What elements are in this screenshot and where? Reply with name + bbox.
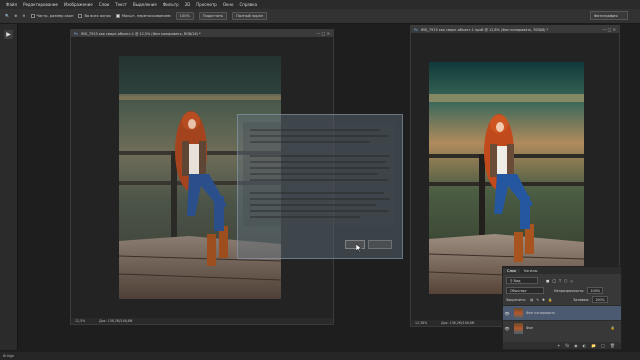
options-bar: 🔍 ⊕ ⊖ Частр. размер окон Во всех окнах М… [0, 9, 640, 24]
window-controls-1[interactable]: — □ ✕ [316, 31, 330, 36]
mouse-cursor-icon [355, 243, 363, 253]
doc-size-1: Док: 138,2M/148,6M [99, 319, 133, 323]
bottom-bar: Bridge [0, 352, 640, 360]
dialog-text-line [250, 192, 384, 194]
lock-icon: 🔒 [610, 326, 615, 330]
ps-doc-icon: Ps [414, 27, 418, 32]
zoom-100-button[interactable]: 100% [175, 12, 194, 20]
mask-icon[interactable]: ◉ [574, 343, 578, 348]
dialog-decline-button[interactable] [368, 240, 392, 249]
lock-row: Закрепить: ▤✎✚🔒 Заливка: 100% [503, 296, 621, 303]
layer-row[interactable]: 👁 Фон копировать [503, 305, 621, 320]
photo-canvas-2[interactable] [429, 62, 584, 294]
menu-bar: Файл Редактирование Изображение Слои Тек… [0, 0, 640, 9]
document-tab-2[interactable]: Ps IMG_7923 как смарт-объект-1 проб @ 12… [411, 26, 619, 33]
zoom-readout-2: 12,38% [415, 321, 428, 325]
scrubby-zoom-option[interactable]: Масшт. перетаскиванием [115, 14, 171, 18]
menu-help[interactable]: Справка [239, 2, 257, 7]
layer-filter-dropdown[interactable]: ⚲ Вид [506, 277, 538, 284]
menu-view[interactable]: Просмотр [196, 2, 217, 7]
blend-mode-dropdown[interactable]: Обычные [506, 287, 544, 294]
fill-field[interactable]: 100% [592, 296, 608, 303]
lock-label: Закрепить: [506, 297, 527, 302]
dialog-text-line [250, 204, 376, 206]
zoom-all-option[interactable]: Во всех окнах [78, 14, 111, 18]
eye-icon[interactable]: 👁 [503, 311, 511, 316]
document-tab-1[interactable]: Ps IMG_7923 как смарт-объект-1 @ 12,5% (… [71, 30, 333, 37]
layer-name: Фон копировать [526, 311, 556, 315]
folder-icon[interactable]: 📁 [591, 343, 596, 348]
menu-3d[interactable]: 3D [185, 2, 191, 7]
dialog-text-line [250, 216, 360, 218]
layers-panel: Слои Каналы ⚲ Вид ■◯T▢◇ Обычные Непрозра… [502, 266, 622, 350]
eye-icon[interactable]: 👁 [503, 326, 511, 331]
tab-layers[interactable]: Слои [503, 268, 520, 273]
opacity-field[interactable]: 100% [587, 287, 604, 294]
layer-thumbnail [514, 307, 523, 319]
menu-text[interactable]: Текст [115, 2, 127, 7]
document-title-2: IMG_7923 как смарт-объект-1 проб @ 12,8%… [420, 27, 549, 32]
filter-icons[interactable]: ■◯T▢◇ [546, 279, 576, 283]
menu-select[interactable]: Выделение [133, 2, 157, 7]
trash-icon[interactable]: 🗑 [610, 343, 615, 348]
menu-file[interactable]: Файл [6, 2, 17, 7]
zoom-readout-1: 12,5% [75, 319, 86, 323]
window-controls-2[interactable]: — □ ✕ [602, 27, 616, 32]
layers-panel-footer: ⚭ fx ◉ ◐ 📁 □ 🗑 [503, 342, 621, 349]
adjustment-icon[interactable]: ◐ [583, 343, 587, 348]
status-bar-1: 12,5% Док: 138,2M/148,6M [71, 318, 333, 324]
menu-edit[interactable]: Редактирование [23, 2, 58, 7]
dialog-text-line [250, 129, 380, 131]
resize-windows-option[interactable]: Частр. размер окон [30, 14, 74, 18]
workspace-dropdown[interactable]: Фотография [590, 11, 628, 20]
bridge-tab[interactable]: Bridge [3, 354, 14, 358]
play-icon[interactable]: ▶ [4, 30, 13, 39]
lock-icon[interactable]: ▤✎✚🔒 [530, 298, 555, 302]
menu-window[interactable]: Окно [223, 2, 234, 7]
dialog-text-line [250, 173, 378, 175]
filter-row: ⚲ Вид ■◯T▢◇ [503, 277, 621, 284]
dialog-text-line [250, 179, 388, 181]
layers-panel-tabs: Слои Каналы [503, 267, 621, 274]
scrubby-zoom-label: Масшт. перетаскиванием [121, 14, 171, 18]
dialog-text-line [250, 135, 388, 137]
opacity-label: Непрозрачность: [554, 288, 585, 293]
layer-thumbnail [514, 322, 523, 334]
tools-panel [0, 24, 18, 350]
dialog-text-line [250, 210, 388, 212]
menu-image[interactable]: Изображение [64, 2, 93, 7]
resize-windows-label: Частр. размер окон [36, 14, 74, 18]
dialog-text-line [250, 155, 390, 157]
dialog-text-line [250, 198, 390, 200]
dialog-text-line [250, 167, 390, 169]
zoom-tool-icon[interactable]: 🔍 [5, 14, 9, 18]
fx-icon[interactable]: fx [565, 343, 569, 348]
fill-screen-button[interactable]: Полный экран [232, 12, 268, 20]
dialog-text-line [250, 141, 370, 143]
layer-name: Фон [526, 326, 534, 330]
fill-label: Заливка: [573, 297, 590, 302]
link-icon[interactable]: ⚭ [557, 343, 560, 348]
menu-filter[interactable]: Фильтр [163, 2, 179, 7]
menu-layers[interactable]: Слои [99, 2, 109, 7]
zoom-out-icon[interactable]: ⊖ [23, 14, 26, 18]
layer-row[interactable]: 👁 Фон 🔒 [503, 320, 621, 335]
tab-channels[interactable]: Каналы [520, 269, 542, 273]
dialog-accept-button[interactable] [345, 240, 365, 249]
blend-row: Обычные Непрозрачность: 100% [503, 287, 621, 294]
zoom-all-label: Во всех окнах [84, 14, 111, 18]
dialog-text-line [250, 161, 386, 163]
ps-doc-icon: Ps [74, 31, 78, 36]
document-title-1: IMG_7923 как смарт-объект-1 @ 12,5% (Фон… [80, 31, 201, 36]
fit-screen-button[interactable]: Подогнать [198, 12, 228, 20]
new-layer-icon[interactable]: □ [601, 343, 605, 348]
doc-size-2: Док: 138,2M/148,6M [441, 321, 475, 325]
zoom-in-icon[interactable]: ⊕ [14, 14, 17, 18]
